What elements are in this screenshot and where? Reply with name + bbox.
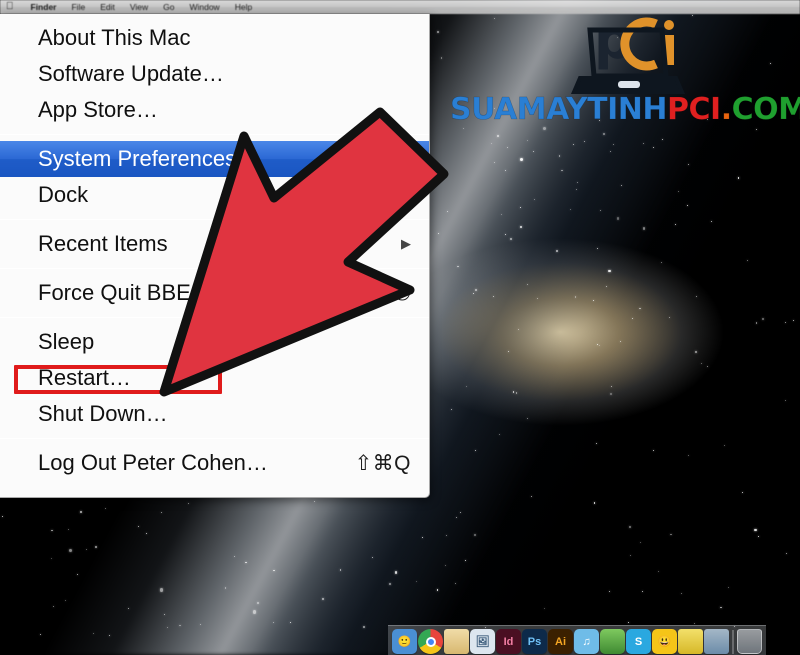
menubar-item-view[interactable]: View: [130, 2, 148, 12]
menubar-item-help[interactable]: Help: [235, 2, 252, 12]
dock-folder-icon[interactable]: [444, 629, 469, 654]
dock-indesign-icon[interactable]: Id: [496, 629, 521, 654]
menu-item-label: Sleep: [38, 329, 95, 354]
menu-separator: [0, 438, 429, 439]
menu-item-force-quit-bbedit[interactable]: Force Quit BBEdit… ⌥⌘⎋: [0, 275, 429, 311]
dock-smiley-icon[interactable]: 😃: [652, 629, 677, 654]
dock-separator: [732, 630, 734, 654]
menubar-item-edit[interactable]: Edit: [100, 2, 115, 12]
dock-photoshop-icon[interactable]: Ps: [522, 629, 547, 654]
menu-separator: [0, 219, 429, 220]
menu-item-shortcut: ⇧⌘Q: [354, 451, 411, 475]
menu-item-label: Dock: [38, 182, 89, 207]
dock-sticky-note-icon[interactable]: [678, 629, 703, 654]
dock-preview-icon[interactable]: 🖼: [470, 629, 495, 654]
menu-item-label: Restart…: [38, 365, 131, 390]
menu-separator: [0, 268, 429, 269]
dock[interactable]: 🙂 🖼 Id Ps Ai ♫ S 😃: [388, 625, 766, 655]
menu-item-label: Force Quit BBEdit…: [38, 280, 237, 305]
menu-item-sleep[interactable]: Sleep: [0, 324, 429, 360]
menu-separator: [0, 317, 429, 318]
desktop-screen:  Finder File Edit View Go Window Help A…: [0, 0, 800, 655]
apple-menu-dropdown[interactable]: About This Mac Software Update… App Store……: [0, 14, 430, 498]
menu-item-system-preferences[interactable]: System Preferences…: [0, 141, 429, 177]
menu-item-software-update[interactable]: Software Update…: [0, 56, 429, 92]
submenu-arrow-icon: ▶: [401, 187, 411, 202]
menu-item-log-out-peter-cohen[interactable]: Log Out Peter Cohen… ⇧⌘Q: [0, 445, 429, 481]
menubar-item-file[interactable]: File: [71, 2, 85, 12]
menu-item-restart[interactable]: Restart…: [0, 360, 429, 396]
menubar-item-finder[interactable]: Finder: [31, 2, 57, 12]
dock-trash-icon[interactable]: [737, 629, 762, 654]
dock-illustrator-icon[interactable]: Ai: [548, 629, 573, 654]
menu-item-label: Recent Items: [38, 231, 168, 256]
submenu-arrow-icon: ▶: [401, 236, 411, 251]
menu-item-about-this-mac[interactable]: About This Mac: [0, 20, 429, 56]
menu-separator: [0, 134, 429, 135]
menu-item-label: App Store…: [38, 97, 158, 122]
menu-item-label: Log Out Peter Cohen…: [38, 450, 268, 475]
menu-item-label: Software Update…: [38, 61, 224, 86]
dock-itunes-icon[interactable]: ♫: [574, 629, 599, 654]
macos-menu-bar[interactable]:  Finder File Edit View Go Window Help: [0, 0, 800, 14]
menubar-item-go[interactable]: Go: [163, 2, 174, 12]
menu-item-shortcut: ⌥⌘⎋: [347, 281, 411, 305]
menu-item-label: Shut Down…: [38, 401, 168, 426]
apple-logo-icon[interactable]: : [6, 2, 14, 12]
menu-item-shut-down[interactable]: Shut Down…: [0, 396, 429, 432]
menubar-item-window[interactable]: Window: [189, 2, 219, 12]
dock-app-icon-green[interactable]: [600, 629, 625, 654]
dock-finder-icon[interactable]: 🙂: [392, 629, 417, 654]
menu-item-app-store[interactable]: App Store…: [0, 92, 429, 128]
dock-chrome-icon[interactable]: [418, 629, 443, 654]
menu-item-label: About This Mac: [38, 25, 191, 50]
dock-downloads-stack-icon[interactable]: [704, 629, 729, 654]
menu-item-label: System Preferences…: [38, 146, 259, 171]
menu-item-dock[interactable]: Dock ▶: [0, 177, 429, 213]
menu-item-recent-items[interactable]: Recent Items ▶: [0, 226, 429, 262]
dock-skype-icon[interactable]: S: [626, 629, 651, 654]
